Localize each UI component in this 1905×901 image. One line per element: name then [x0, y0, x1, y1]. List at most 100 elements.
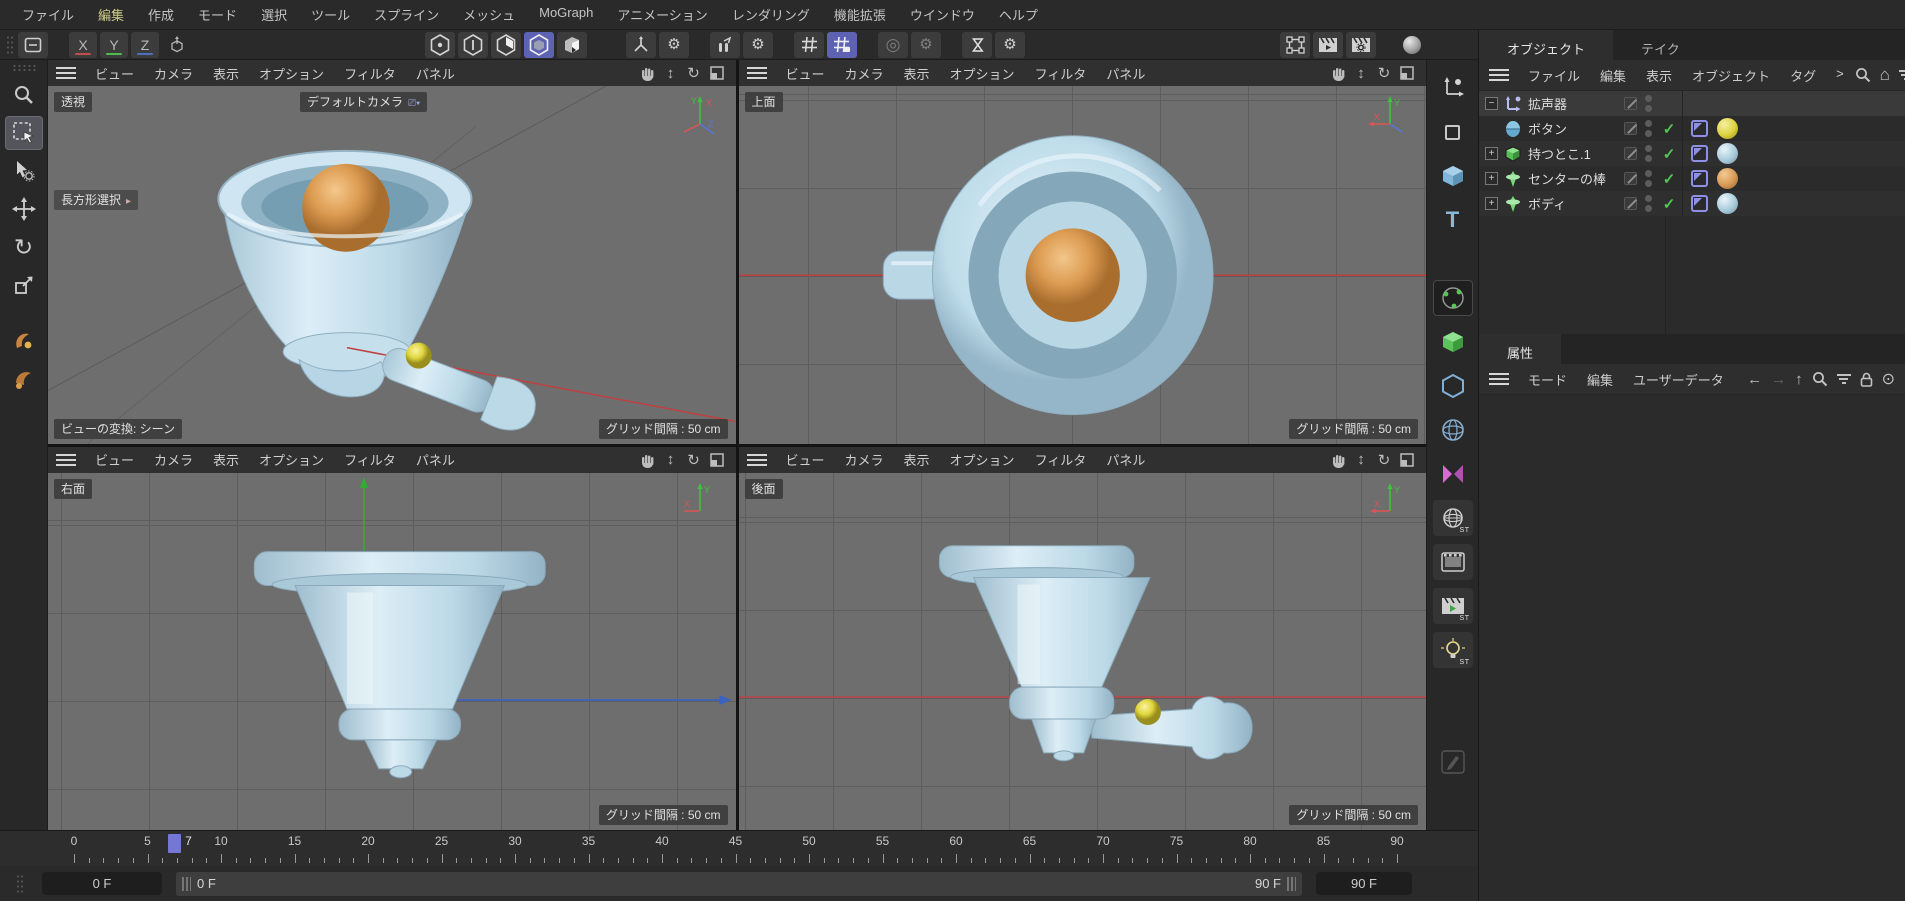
viewport-menu-item-フィルタ[interactable]: フィルタ: [1025, 448, 1097, 471]
viewport-canvas-right[interactable]: YX 右面 グリッド間隔 : 50 cm: [48, 473, 736, 831]
enable-check-icon[interactable]: ✓: [1660, 120, 1678, 138]
enable-check-icon[interactable]: ✓: [1660, 170, 1678, 188]
menu-item-アニメーション[interactable]: アニメーション: [605, 2, 719, 27]
viewport-menu-item-パネル[interactable]: パネル: [1096, 448, 1155, 471]
layer-toggle-icon[interactable]: [1624, 147, 1637, 160]
tool-preset-2-button[interactable]: [5, 362, 43, 396]
expander-icon[interactable]: +: [1485, 147, 1498, 160]
menu-item-MoGraph[interactable]: MoGraph: [527, 2, 605, 27]
viewport-canvas-perspective[interactable]: XYZ 透視 デフォルトカメラ⎚▾ 長方形選択▸ ビューの変換: シーン グリッ…: [48, 86, 736, 444]
menu-item-ファイル[interactable]: ファイル: [10, 2, 86, 27]
menu-item-ウインドウ[interactable]: ウインドウ: [898, 2, 987, 27]
dolly-icon[interactable]: ↕: [1350, 450, 1372, 470]
viewport-canvas-top[interactable]: YX 上面 グリッド間隔 : 50 cm: [739, 86, 1427, 444]
menu-item-機能拡張[interactable]: 機能拡張: [822, 2, 898, 27]
visibility-dots[interactable]: [1643, 120, 1653, 137]
dolly-icon[interactable]: ↕: [660, 450, 682, 470]
timeline-ruler[interactable]: 0510152025303540455055606570758085907: [48, 831, 1420, 866]
cube-primitive-button[interactable]: [1433, 158, 1473, 194]
attr-menu-item-ユーザーデータ[interactable]: ユーザーデータ: [1623, 368, 1734, 391]
menu-item-スプライン[interactable]: スプライン: [362, 2, 451, 27]
viewport-menu-item-カメラ[interactable]: カメラ: [144, 62, 203, 85]
viewport-menu-item-表示[interactable]: 表示: [894, 62, 940, 85]
om-menu-item-ファイル[interactable]: ファイル: [1518, 64, 1590, 87]
globe-st-button[interactable]: ST: [1433, 500, 1473, 536]
search-tool-button[interactable]: [5, 78, 43, 112]
dolly-icon[interactable]: ↕: [1350, 63, 1372, 83]
viewport-menu-item-ビュー[interactable]: ビュー: [85, 62, 144, 85]
record-settings-gear-button[interactable]: ⚙: [911, 32, 941, 58]
layout-icon[interactable]: [18, 32, 48, 58]
attr-menu-item-モード[interactable]: モード: [1518, 368, 1577, 391]
viewport-menu-item-オプション[interactable]: オプション: [249, 62, 334, 85]
pan-hand-icon[interactable]: [637, 450, 659, 470]
search-icon[interactable]: [1812, 371, 1828, 387]
viewport-menu-item-フィルタ[interactable]: フィルタ: [334, 448, 406, 471]
viewport-menu-item-パネル[interactable]: パネル: [406, 448, 465, 471]
tab-objects[interactable]: オブジェクト: [1479, 30, 1613, 60]
render-view-button[interactable]: [1313, 32, 1343, 58]
record-button[interactable]: ◎: [878, 32, 908, 58]
lock-y-axis-button[interactable]: Y: [100, 32, 128, 58]
enable-check-icon[interactable]: ✓: [1660, 195, 1678, 213]
material-thumbnail[interactable]: [1717, 143, 1738, 164]
rotate-view-icon[interactable]: ↻: [1373, 63, 1395, 83]
timeline[interactable]: 0510152025303540455055606570758085907: [0, 830, 1478, 866]
column-divider[interactable]: [1665, 216, 1666, 334]
current-frame-field[interactable]: 0 F: [42, 872, 162, 895]
maximize-view-icon[interactable]: [1396, 450, 1418, 470]
pan-hand-icon[interactable]: [1327, 450, 1349, 470]
lock-icon[interactable]: [1860, 372, 1873, 387]
viewport-menu-item-表示[interactable]: 表示: [203, 62, 249, 85]
history-forward-icon[interactable]: →: [1771, 371, 1786, 388]
edges-mode-button[interactable]: [458, 32, 488, 58]
visibility-dots[interactable]: [1643, 95, 1653, 112]
render-settings-button[interactable]: [1346, 32, 1376, 58]
phong-tag-icon[interactable]: [1691, 195, 1708, 212]
coordinates-tool-button[interactable]: [1433, 70, 1473, 106]
menu-item-モード[interactable]: モード: [186, 2, 249, 27]
filter-icon[interactable]: [1899, 70, 1905, 80]
scale-tool-button[interactable]: [5, 268, 43, 302]
menu-item-ヘルプ[interactable]: ヘルプ: [987, 2, 1050, 27]
quantize-toggle-button[interactable]: [827, 32, 857, 58]
layer-toggle-icon[interactable]: [1624, 97, 1637, 110]
subdivision-surface-button[interactable]: [1433, 280, 1473, 316]
hexagon-generator-button[interactable]: [1433, 368, 1473, 404]
rotate-view-icon[interactable]: ↻: [683, 450, 705, 470]
tab-attributes[interactable]: 属性: [1479, 334, 1561, 364]
object-row-センターの棒[interactable]: +センターの棒✓: [1479, 166, 1905, 191]
axis-modify-button[interactable]: [626, 32, 656, 58]
coordinate-system-button[interactable]: [162, 32, 192, 58]
hamburger-icon[interactable]: [747, 454, 767, 466]
viewport-menu-item-パネル[interactable]: パネル: [406, 62, 465, 85]
spline-rect-button[interactable]: [1433, 114, 1473, 150]
toolbar-grip[interactable]: [6, 35, 14, 55]
viewport-menu-item-ビュー[interactable]: ビュー: [776, 62, 835, 85]
phong-tag-icon[interactable]: [1691, 145, 1708, 162]
range-end-handle[interactable]: 90 F: [1255, 876, 1296, 891]
text-tool-button[interactable]: T: [1433, 202, 1473, 238]
range-start-handle[interactable]: 0 F: [182, 876, 216, 891]
object-name[interactable]: ボディ: [1528, 194, 1624, 213]
viewport-menu-item-オプション[interactable]: オプション: [249, 448, 334, 471]
object-name[interactable]: ボタン: [1528, 119, 1624, 138]
viewport-menu-item-カメラ[interactable]: カメラ: [835, 448, 894, 471]
expander-icon[interactable]: −: [1485, 97, 1498, 110]
timeline-playhead[interactable]: [168, 834, 181, 853]
wire-sphere-button[interactable]: [1433, 412, 1473, 448]
object-manager-empty[interactable]: [1479, 216, 1905, 334]
viewport-menu-item-ビュー[interactable]: ビュー: [776, 448, 835, 471]
history-back-icon[interactable]: ←: [1747, 371, 1762, 388]
tab-takes[interactable]: テイク: [1613, 30, 1708, 60]
menu-item-選択[interactable]: 選択: [249, 2, 299, 27]
green-cube-generator-button[interactable]: [1433, 324, 1473, 360]
om-menu-item-タグ[interactable]: タグ: [1780, 64, 1826, 87]
viewport-canvas-back[interactable]: YX 後面 グリッド間隔 : 50 cm: [739, 473, 1427, 831]
pan-hand-icon[interactable]: [637, 63, 659, 83]
hamburger-icon[interactable]: [747, 67, 767, 79]
menu-item-編集[interactable]: 編集: [86, 2, 136, 27]
layer-toggle-icon[interactable]: [1624, 122, 1637, 135]
viewport-menu-item-表示[interactable]: 表示: [203, 448, 249, 471]
live-selection-tool-button[interactable]: [5, 154, 43, 188]
